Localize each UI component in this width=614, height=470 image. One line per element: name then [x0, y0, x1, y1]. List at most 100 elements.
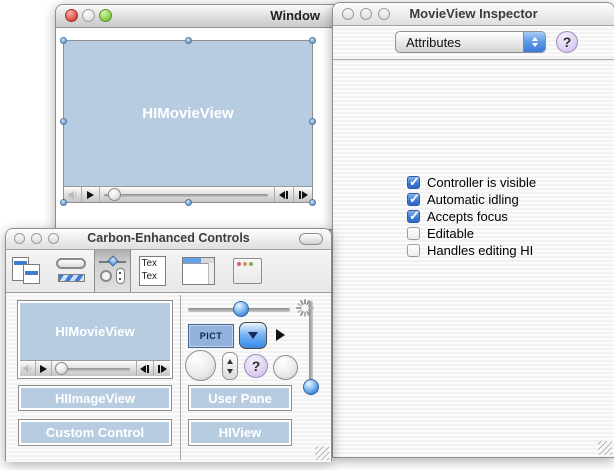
attributes-popup[interactable]: Attributes	[395, 31, 546, 53]
palette-content: HIMovieView	[6, 293, 331, 462]
play-button[interactable]	[82, 187, 100, 202]
movie-timeline[interactable]	[52, 361, 136, 376]
himovieview-preview-label: HIMovieView	[55, 324, 134, 339]
pict-bevel-button[interactable]: PICT	[188, 324, 234, 348]
checkbox-label: Automatic idling	[427, 192, 519, 207]
checkbox-row[interactable]: Controller is visible	[407, 174, 536, 191]
tab-windows[interactable]	[223, 250, 271, 292]
window-icon	[233, 258, 262, 284]
inspector-window: MovieView Inspector Attributes ? Control…	[332, 2, 614, 458]
checkbox-label: Controller is visible	[427, 175, 536, 190]
resize-grip[interactable]	[315, 446, 329, 460]
step-back-bar	[147, 365, 149, 373]
timeline-thumb[interactable]	[108, 188, 121, 201]
tab-sliders-misc[interactable]	[94, 250, 131, 292]
down-arrow-icon	[227, 369, 233, 374]
tab-text-fields[interactable]: Tex Tex	[131, 250, 173, 292]
tab-buttons-progress[interactable]	[50, 250, 94, 292]
himovieview-label: HIMovieView	[142, 105, 233, 122]
popup-arrows-icon	[523, 32, 545, 52]
selection-handle[interactable]	[185, 199, 192, 206]
user-pane-prototype[interactable]: User Pane	[188, 385, 292, 411]
scroll-window-icon	[182, 257, 215, 285]
inspector-titlebar[interactable]: MovieView Inspector	[333, 3, 614, 26]
checkbox[interactable]	[407, 193, 420, 206]
step-back-bar	[286, 191, 288, 199]
custom-control-prototype[interactable]: Custom Control	[18, 419, 172, 446]
round-button-small[interactable]	[273, 355, 298, 380]
palette-title: Carbon-Enhanced Controls	[6, 231, 331, 245]
palette-window: Carbon-Enhanced Controls Tex Tex	[5, 228, 332, 462]
toolbar-toggle-pill[interactable]	[299, 233, 323, 245]
popup-selected-value: Attributes	[406, 35, 461, 50]
checkbox-row[interactable]: Accepts focus	[407, 208, 508, 225]
checkbox[interactable]	[407, 176, 420, 189]
tab-scroll-views[interactable]	[173, 250, 223, 292]
himovieview-prototype[interactable]: HIMovieView	[17, 300, 173, 379]
step-forward-bar	[299, 191, 301, 199]
button-progress-icon	[56, 257, 88, 285]
popup-arrow-button[interactable]	[239, 322, 267, 349]
checkbox[interactable]	[407, 210, 420, 223]
tex-line: Tex	[142, 271, 158, 282]
checkbox-row[interactable]: Handles editing HI	[407, 242, 533, 259]
minimize-button[interactable]	[82, 9, 95, 22]
vertical-slider-thumb[interactable]	[303, 379, 319, 395]
hiimageview-prototype[interactable]: HIImageView	[18, 385, 172, 411]
hiimageview-label: HIImageView	[55, 391, 135, 406]
little-arrows-stepper[interactable]	[222, 352, 238, 380]
himovieview-control[interactable]: HIMovieView	[63, 40, 313, 203]
himovieview-preview-canvas: HIMovieView	[20, 303, 170, 360]
volume-button[interactable]	[64, 187, 82, 202]
step-back-button[interactable]	[274, 187, 293, 202]
play-icon	[87, 191, 94, 199]
selection-handle[interactable]	[309, 37, 316, 44]
up-arrow-icon	[227, 359, 233, 364]
selection-handle[interactable]	[60, 37, 67, 44]
play-button[interactable]	[36, 361, 52, 376]
round-button-large[interactable]	[185, 350, 216, 381]
step-forward-button[interactable]	[153, 361, 170, 376]
step-back-button[interactable]	[136, 361, 153, 376]
timeline-thumb[interactable]	[55, 362, 68, 375]
document-content: HIMovieView	[56, 28, 342, 229]
column-divider	[180, 295, 181, 460]
speaker-icon	[67, 189, 79, 201]
checkbox[interactable]	[407, 227, 420, 240]
zoom-button[interactable]	[99, 9, 112, 22]
speaker-icon	[22, 363, 33, 374]
selection-handle[interactable]	[309, 199, 316, 206]
custom-control-label: Custom Control	[46, 425, 144, 440]
checkbox-label: Editable	[427, 226, 474, 241]
step-forward-bar	[158, 365, 160, 373]
selection-handle[interactable]	[309, 118, 316, 125]
text-fields-icon: Tex Tex	[139, 256, 166, 286]
user-pane-label: User Pane	[208, 391, 272, 406]
selection-handle[interactable]	[60, 118, 67, 125]
inspector-title: MovieView Inspector	[333, 6, 614, 21]
tab-list-controls[interactable]	[6, 250, 50, 292]
checkbox[interactable]	[407, 244, 420, 257]
palette-titlebar[interactable]: Carbon-Enhanced Controls	[6, 229, 331, 250]
step-back-icon	[279, 191, 285, 199]
close-button[interactable]	[65, 9, 78, 22]
inspector-header-strip: Attributes ?	[333, 26, 614, 60]
himovieview-canvas: HIMovieView	[64, 41, 312, 186]
help-button[interactable]: ?	[556, 31, 578, 53]
volume-button[interactable]	[20, 361, 36, 376]
selection-handle[interactable]	[185, 37, 192, 44]
play-icon	[40, 365, 47, 373]
help-button[interactable]: ?	[244, 354, 268, 378]
checkbox-row[interactable]: Editable	[407, 225, 474, 242]
selection-handle[interactable]	[60, 199, 67, 206]
hiview-prototype[interactable]: HIView	[188, 419, 292, 446]
step-forward-icon	[161, 365, 167, 373]
horizontal-slider-thumb[interactable]	[233, 301, 249, 317]
slider-controls-icon	[99, 257, 127, 285]
checkbox-label: Handles editing HI	[427, 243, 533, 258]
checkbox-row[interactable]: Automatic idling	[407, 191, 519, 208]
resize-grip[interactable]	[598, 441, 612, 455]
disclosure-triangle[interactable]	[276, 329, 285, 341]
list-views-icon	[12, 257, 44, 285]
document-titlebar[interactable]: Window	[56, 5, 342, 28]
